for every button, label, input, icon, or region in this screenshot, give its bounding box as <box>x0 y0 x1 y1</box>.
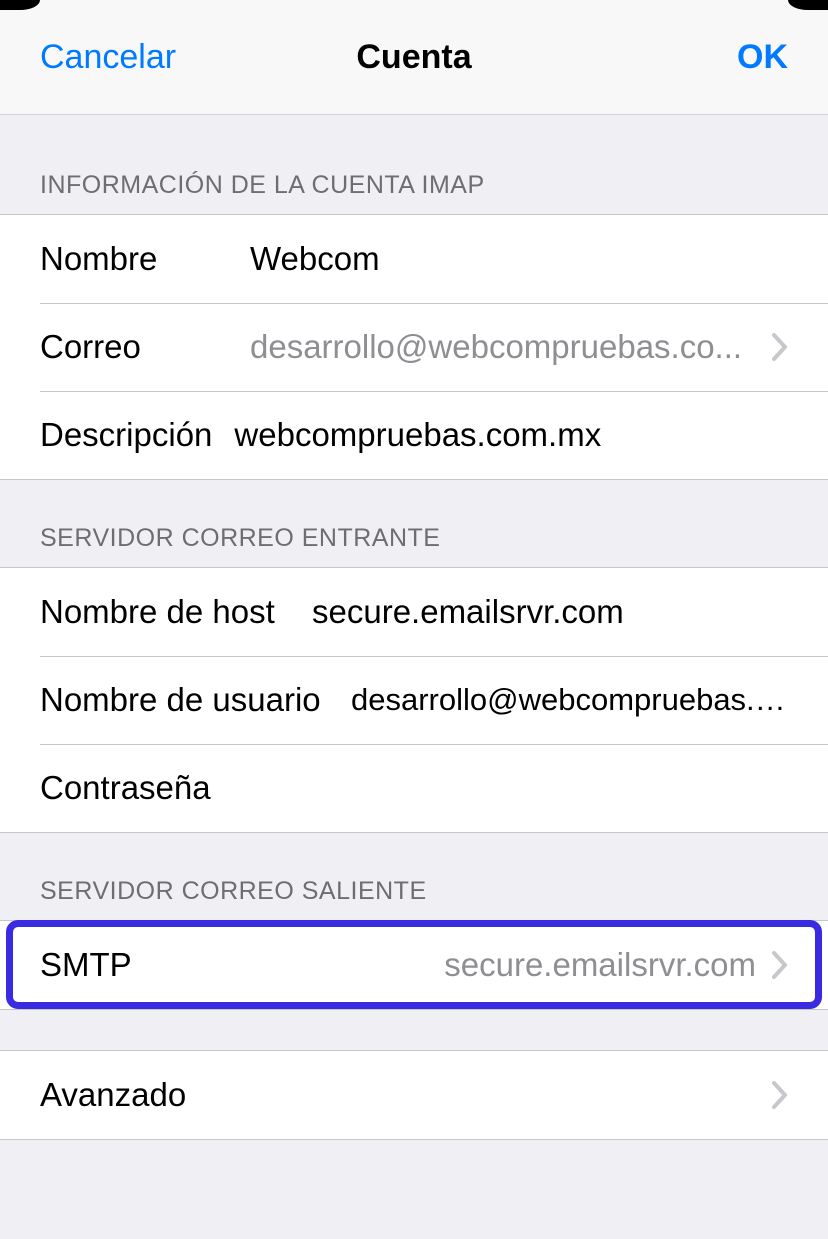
row-description[interactable]: Descripción webcompruebas.com.mx <box>0 391 828 479</box>
page-title: Cuenta <box>356 38 471 77</box>
row-smtp[interactable]: SMTP secure.emailsrvr.com <box>0 921 828 1009</box>
device-corner-right <box>788 0 828 10</box>
description-value: webcompruebas.com.mx <box>234 416 788 454</box>
email-label: Correo <box>40 328 220 366</box>
name-value: Webcom <box>250 240 788 278</box>
section-header-outgoing: SERVIDOR CORREO SALIENTE <box>0 833 828 920</box>
row-advanced[interactable]: Avanzado <box>0 1051 828 1139</box>
cancel-button[interactable]: Cancelar <box>40 38 176 77</box>
section-header-imap: INFORMACIÓN DE LA CUENTA IMAP <box>0 115 828 214</box>
group-advanced: Avanzado <box>0 1050 828 1140</box>
row-email[interactable]: Correo desarrollo@webcompruebas.co... <box>0 303 828 391</box>
password-label: Contraseña <box>40 769 211 807</box>
navigation-bar: Cancelar Cuenta OK <box>0 0 828 115</box>
advanced-label: Avanzado <box>40 1076 756 1114</box>
row-name[interactable]: Nombre Webcom <box>0 215 828 303</box>
smtp-label: SMTP <box>40 946 132 984</box>
spacer <box>0 1010 828 1050</box>
row-password[interactable]: Contraseña <box>0 744 828 832</box>
chevron-right-icon <box>772 1081 788 1109</box>
hostname-value: secure.emailsrvr.com <box>312 593 788 631</box>
device-corner-left <box>0 0 40 10</box>
ok-button[interactable]: OK <box>737 38 788 77</box>
row-username[interactable]: Nombre de usuario desarrollo@webcomprueb… <box>0 656 828 744</box>
row-hostname[interactable]: Nombre de host secure.emailsrvr.com <box>0 568 828 656</box>
group-incoming: Nombre de host secure.emailsrvr.com Nomb… <box>0 567 828 833</box>
group-outgoing: SMTP secure.emailsrvr.com <box>0 920 828 1010</box>
chevron-right-icon <box>772 333 788 361</box>
section-header-incoming: SERVIDOR CORREO ENTRANTE <box>0 480 828 567</box>
group-imap: Nombre Webcom Correo desarrollo@webcompr… <box>0 214 828 480</box>
name-label: Nombre <box>40 240 220 278</box>
smtp-value: secure.emailsrvr.com <box>142 946 756 984</box>
hostname-label: Nombre de host <box>40 593 300 631</box>
chevron-right-icon <box>772 951 788 979</box>
username-label: Nombre de usuario <box>40 681 335 719</box>
username-value: desarrollo@webcompruebas.co... <box>351 682 788 718</box>
email-value: desarrollo@webcompruebas.co... <box>250 328 756 366</box>
description-label: Descripción <box>40 416 212 454</box>
